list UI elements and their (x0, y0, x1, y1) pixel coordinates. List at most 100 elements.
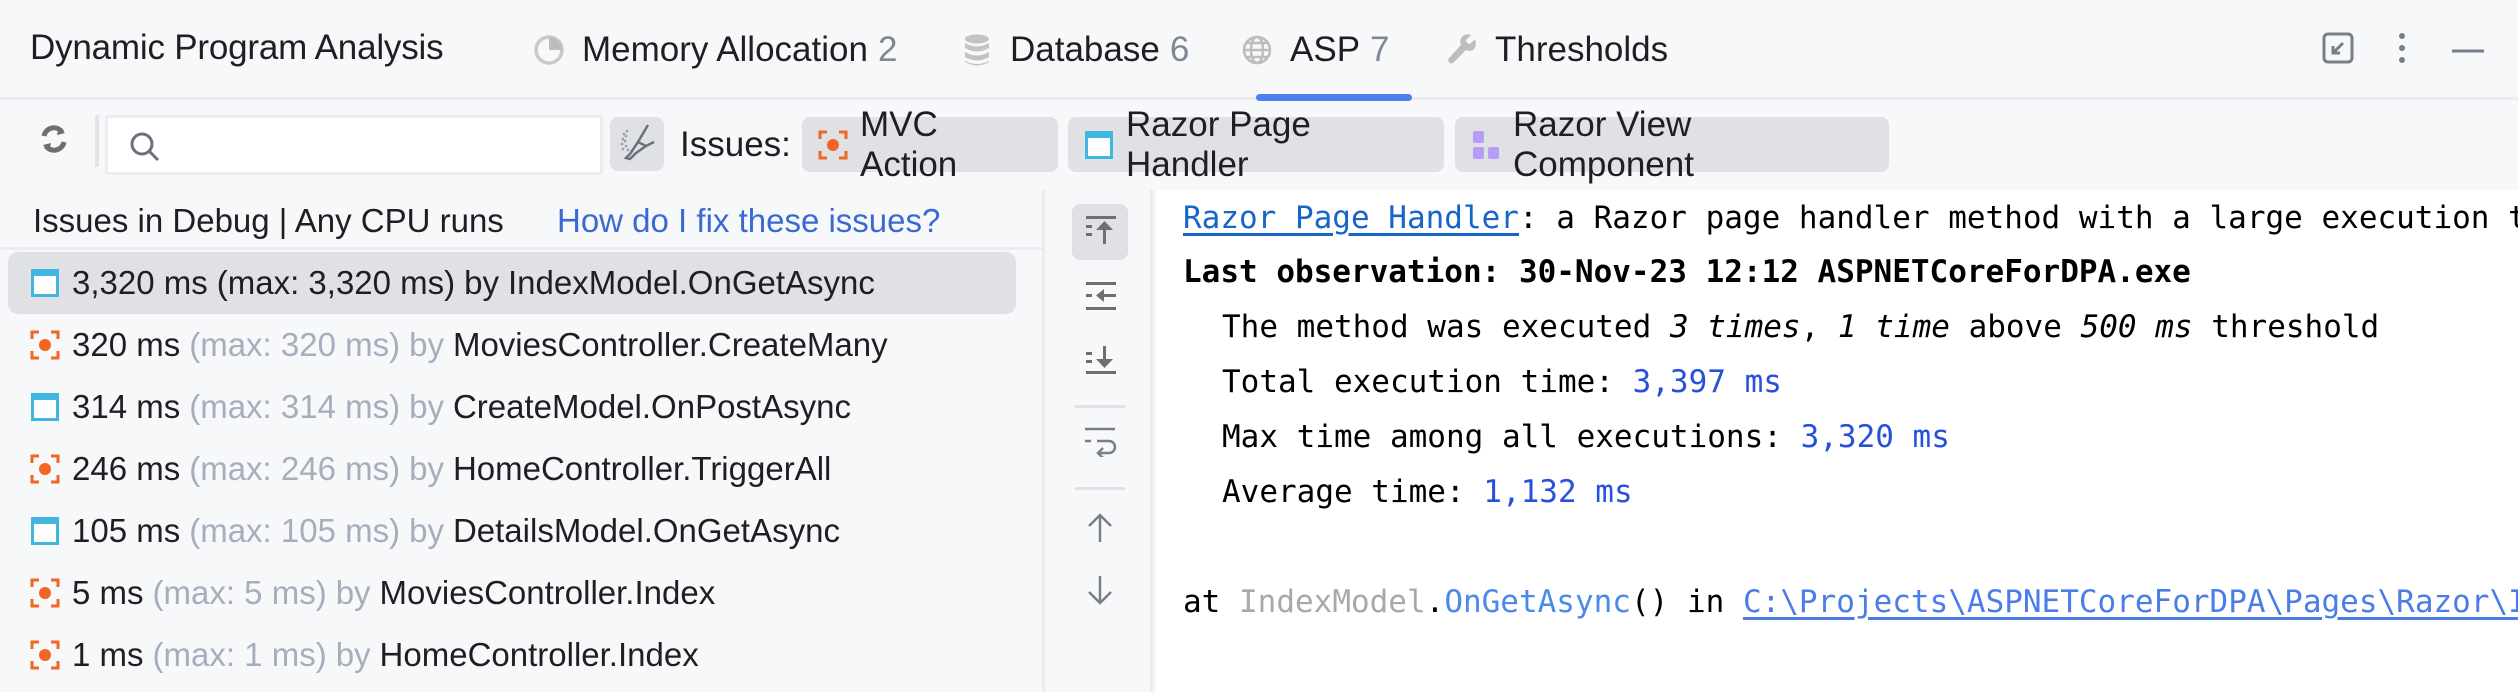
soft-wrap-button[interactable] (1072, 415, 1128, 471)
issue-row[interactable]: 320 ms (max: 320 ms) by MoviesController.Cr… (8, 314, 1016, 376)
issue-max-time: (max: 246 ms) (189, 450, 401, 487)
filter-chip-mvc-action[interactable]: MVC Action (802, 105, 1058, 184)
toolbar: Issues: MVC Action Razor Page Handler Ra… (0, 103, 2518, 190)
source-file-link[interactable]: C:\Projects\ASPNETCoreForDPA\Pages\Razor… (1743, 584, 2518, 620)
issue-by: by (409, 326, 444, 363)
scroll-to-end-button[interactable] (1072, 334, 1128, 390)
razor-page-icon (30, 392, 60, 422)
chip-label: MVC Action (860, 104, 958, 184)
mvc-action-icon (818, 130, 848, 160)
filter-chip-razor-view-component[interactable]: Razor View Component (1455, 105, 1889, 184)
issue-row[interactable]: 105 ms (max: 105 ms) by DetailsModel.OnGetA… (8, 500, 1016, 562)
text: . (1425, 584, 1445, 620)
issue-kind-link[interactable]: Razor Page Handler (1183, 200, 1519, 236)
issue-row[interactable]: 3,320 ms (max: 3,320 ms) by IndexModel.OnGe… (8, 252, 1016, 314)
execution-count-line: The method was executed 3 times, 1 time … (1222, 305, 2379, 349)
issue-max-time: (max: 320 ms) (189, 326, 401, 363)
tab-memory-allocation[interactable]: Memory Allocation 2 (532, 22, 897, 78)
razor-page-icon (30, 268, 60, 298)
arrow-up-icon (1085, 512, 1115, 549)
issue-time: 320 ms (72, 326, 181, 363)
total-time-value: 3,397 ms (1632, 364, 1782, 400)
issue-row[interactable]: 246 ms (max: 246 ms) by HomeController.Trig… (8, 438, 1016, 500)
toolbar-separator (95, 115, 99, 167)
more-vertical-icon (2397, 32, 2407, 69)
issue-description: : a Razor page handler method with a lar… (1518, 200, 2518, 236)
issue-max-time: (max: 3,320 ms) (216, 264, 456, 301)
tab-label: Database (1010, 30, 1160, 69)
mvc-action-icon (30, 578, 60, 608)
minimize-button[interactable] (2448, 30, 2488, 70)
issue-by: by (409, 512, 444, 549)
issue-row[interactable]: 5 ms (max: 5 ms) by MoviesController.Index (8, 562, 1016, 624)
tab-count: 6 (1169, 30, 1190, 69)
restore-panel-button[interactable] (2318, 30, 2358, 70)
text: () in (1630, 584, 1743, 620)
issue-method: HomeController.Index (379, 636, 699, 673)
issue-by: by (409, 450, 444, 487)
scroll-to-top-icon (1084, 214, 1116, 251)
issue-time: 314 ms (72, 388, 181, 425)
refresh-button[interactable] (34, 121, 74, 161)
scroll-to-end-icon (1084, 344, 1116, 381)
issue-row[interactable]: 314 ms (max: 314 ms) by CreateModel.OnPostA… (8, 376, 1016, 438)
issue-time: 1 ms (72, 636, 144, 673)
wrench-icon (1445, 33, 1479, 67)
razor-page-icon (1084, 130, 1114, 160)
mvc-action-icon (30, 454, 60, 484)
issue-summary-line: Razor Page Handler: a Razor page handler… (1183, 196, 2518, 240)
issue-method: CreateModel.OnPostAsync (452, 388, 851, 425)
tab-asp[interactable]: ASP 7 (1240, 22, 1390, 78)
issue-time: 3,320 ms (72, 264, 208, 301)
globe-icon (1240, 33, 1274, 67)
search-icon (128, 130, 162, 164)
tab-label: Thresholds (1495, 30, 1669, 69)
issue-row[interactable]: 1 ms (max: 1 ms) by HomeController.Index (8, 624, 1016, 686)
runs-label: Issues in Debug | Any CPU runs (33, 202, 504, 239)
issue-max-time: (max: 105 ms) (189, 512, 401, 549)
issue-method: IndexModel.OnGetAsync (508, 264, 875, 301)
tab-database[interactable]: Database 6 (960, 22, 1189, 78)
soft-wrap-icon (1083, 425, 1117, 462)
more-options-button[interactable] (2382, 30, 2422, 70)
scroll-to-top-button[interactable] (1072, 204, 1128, 260)
text: at (1183, 584, 1239, 620)
average-time-label: Average time: (1222, 474, 1484, 510)
issue-method: HomeController.TriggerAll (452, 450, 832, 487)
pie-chart-icon (532, 33, 566, 67)
tab-label: ASP (1290, 30, 1361, 69)
active-tab-indicator (1256, 94, 1412, 101)
issues-filter-label: Issues: (680, 125, 791, 164)
chip-label: Razor View Component (1513, 104, 1694, 184)
mvc-action-icon (30, 640, 60, 670)
issue-by: by (335, 636, 371, 673)
issue-time: 105 ms (72, 512, 181, 549)
issue-method: DetailsModel.OnGetAsync (452, 512, 840, 549)
stack-class: IndexModel (1239, 584, 1426, 620)
issue-max-time: (max: 314 ms) (189, 388, 401, 425)
issue-max-time: (max: 1 ms) (152, 636, 327, 673)
issue-by: by (335, 574, 371, 611)
mvc-action-icon (30, 330, 60, 360)
total-time-label: Total execution time: (1222, 364, 1633, 400)
next-occurrence-button[interactable] (1072, 564, 1128, 620)
detail-toolbar (1048, 190, 1153, 692)
highlight-filter-button[interactable] (610, 117, 664, 171)
chip-label: Razor Page Handler (1126, 104, 1311, 184)
text: above (1949, 309, 2081, 345)
restore-panel-icon (2322, 32, 2354, 69)
max-time-label: Max time among all executions: (1222, 419, 1801, 455)
minimize-icon (2451, 41, 2485, 59)
stack-method-link[interactable]: OnGetAsync (1444, 584, 1631, 620)
previous-occurrence-button[interactable] (1072, 502, 1128, 558)
search-box[interactable] (105, 115, 603, 175)
search-input[interactable] (172, 122, 592, 168)
how-to-fix-link[interactable]: How do I fix these issues? (557, 202, 940, 240)
filter-chip-razor-page-handler[interactable]: Razor Page Handler (1068, 105, 1444, 184)
text: threshold (2192, 309, 2380, 345)
tab-thresholds[interactable]: Thresholds (1445, 22, 1668, 78)
database-icon (960, 33, 994, 67)
collapse-button[interactable] (1072, 270, 1128, 326)
issue-list: 3,320 ms (max: 3,320 ms) by IndexModel.OnGe… (8, 252, 1016, 686)
tab-count: 7 (1370, 30, 1390, 69)
